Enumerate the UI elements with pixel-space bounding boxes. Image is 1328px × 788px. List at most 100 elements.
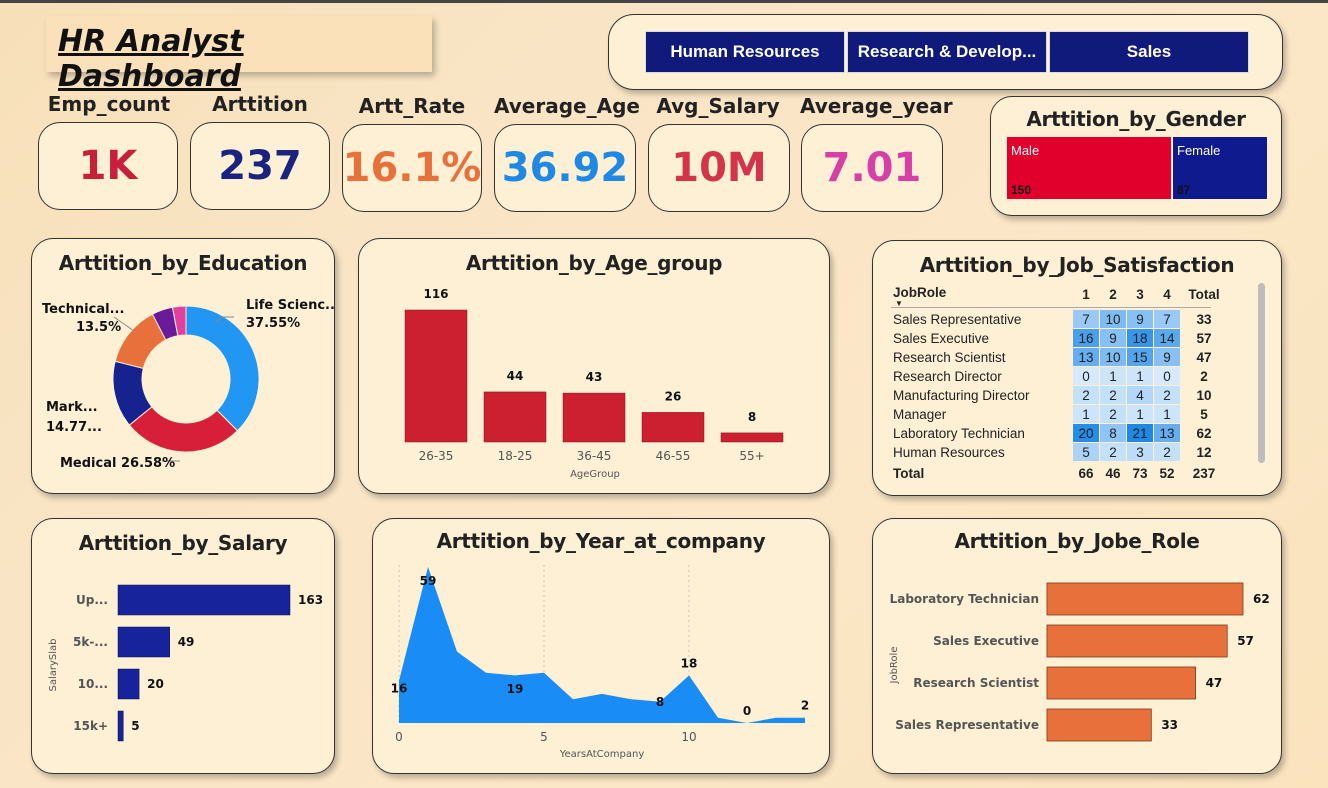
matrix-body: Sales Representative 7 10 9 7 33 Sales Executi… bbox=[891, 310, 1212, 462]
matrix-cell: 21 bbox=[1127, 424, 1153, 443]
role-tick-label: Sales Executive bbox=[933, 634, 1039, 648]
edu-label-medical: Medical 26.58% bbox=[60, 456, 175, 471]
matrix-footer-1: 66 bbox=[1078, 466, 1094, 481]
matrix-row-role: Manager bbox=[893, 407, 947, 422]
matrix-cell: 9 bbox=[1127, 310, 1153, 329]
salary-panel: Arttition_by_Salary 163 Up... 49 5k-... 20 10… bbox=[31, 518, 335, 774]
matrix-cell: 15 bbox=[1127, 348, 1153, 367]
matrix-scrollbar[interactable] bbox=[1258, 283, 1265, 463]
department-slicer: Human Resources Research & Develop... Sa… bbox=[608, 14, 1283, 90]
kpi-label-average-age: Average_Age bbox=[494, 94, 640, 118]
matrix-footer-3: 73 bbox=[1132, 466, 1148, 481]
salary-bar-label: 20 bbox=[147, 677, 164, 691]
age-tick-label: 55+ bbox=[739, 449, 764, 463]
matrix-cell: 2 bbox=[1154, 386, 1180, 405]
matrix-header-4: 4 bbox=[1163, 287, 1171, 302]
matrix-cell: 2 bbox=[1100, 405, 1126, 424]
kpi-card-attrition: 237 bbox=[190, 122, 330, 210]
gender-female-label: Female bbox=[1177, 143, 1221, 158]
matrix-row[interactable]: Sales Executive 16 9 18 14 57 bbox=[891, 329, 1212, 348]
matrix-row[interactable]: Research Director 0 1 1 0 2 bbox=[891, 367, 1211, 386]
kpi-value-attrition-rate: 16.1% bbox=[342, 145, 482, 191]
matrix-row[interactable]: Laboratory Technician 20 8 21 13 62 bbox=[891, 424, 1212, 443]
matrix-row[interactable]: Research Scientist 13 10 15 9 47 bbox=[891, 348, 1212, 367]
matrix-row-role: Manufacturing Director bbox=[893, 388, 1030, 403]
slicer-human-resources[interactable]: Human Resources bbox=[645, 31, 845, 73]
kpi-value-emp-count: 1K bbox=[78, 143, 138, 189]
matrix-cell: 2 bbox=[1073, 386, 1099, 405]
years-tick-label: 10 bbox=[681, 730, 696, 744]
matrix-row[interactable]: Manager 1 2 1 1 5 bbox=[891, 405, 1211, 424]
sort-arrow-icon[interactable]: ▼ bbox=[895, 299, 903, 308]
gender-male-label: Male bbox=[1011, 143, 1040, 158]
edu-label-tech: Technical... bbox=[42, 302, 124, 317]
matrix-cell: 2 bbox=[1100, 443, 1126, 462]
age-group-bar-chart: 116 26-35 44 18-25 43 36-45 26 46-55 8 55+ AgeGro… bbox=[404, 287, 784, 480]
years-point-label: 2 bbox=[801, 699, 809, 713]
matrix-cell: 7 bbox=[1073, 310, 1099, 329]
matrix-header-3: 3 bbox=[1136, 287, 1144, 302]
matrix-cell: 1 bbox=[1073, 405, 1099, 424]
matrix-row-total: 2 bbox=[1200, 369, 1208, 384]
kpi-card-emp-count: 1K bbox=[38, 122, 178, 210]
salary-bar bbox=[117, 668, 140, 700]
salary-tick-label: Up... bbox=[76, 593, 108, 607]
matrix-cell: 5 bbox=[1073, 443, 1099, 462]
matrix-footer-4: 52 bbox=[1159, 466, 1175, 481]
years-xlabel: YearsAtCompany bbox=[559, 749, 645, 760]
role-bar bbox=[1046, 582, 1244, 616]
kpi-card-average-year: 7.01 bbox=[801, 124, 943, 212]
matrix-row[interactable]: Manufacturing Director 2 2 4 2 10 bbox=[891, 386, 1212, 405]
salary-tick-label: 10... bbox=[78, 677, 108, 691]
matrix-footer-2: 46 bbox=[1105, 466, 1121, 481]
matrix-cell: 0 bbox=[1154, 367, 1180, 386]
slicer-sales[interactable]: Sales bbox=[1049, 31, 1249, 73]
matrix-footer: Total 66 46 73 52 237 bbox=[891, 464, 1215, 483]
age-tick-label: 26-35 bbox=[419, 449, 454, 463]
matrix-cell: 13 bbox=[1154, 424, 1180, 443]
role-bar bbox=[1046, 666, 1196, 700]
years-point-label: 8 bbox=[656, 695, 664, 709]
matrix-footer-total: 237 bbox=[1192, 466, 1216, 481]
matrix-divider bbox=[891, 307, 1211, 308]
role-bar-label: 57 bbox=[1237, 634, 1254, 648]
gender-female-tile[interactable]: Female 87 bbox=[1173, 137, 1267, 199]
matrix-header-total: Total bbox=[1188, 287, 1220, 302]
matrix-header-role[interactable]: JobRole bbox=[893, 285, 946, 300]
kpi-value-attrition: 237 bbox=[218, 143, 302, 189]
kpi-label-attrition: Arttition bbox=[212, 92, 308, 116]
gender-panel: Arttition_by_Gender Male 150 Female 87 bbox=[990, 96, 1282, 216]
age-bar-label: 8 bbox=[748, 410, 756, 424]
top-border bbox=[0, 0, 1328, 3]
edu-pct-life: 37.55% bbox=[246, 316, 300, 331]
role-bar-label: 62 bbox=[1253, 592, 1270, 606]
age-bar bbox=[720, 432, 784, 443]
kpi-value-avg-salary: 10M bbox=[671, 145, 767, 191]
job-satisfaction-matrix: JobRole ▼ 1 2 3 4 Total Sales Representa… bbox=[891, 285, 1220, 483]
education-panel: Arttition_by_Education Life Scienc... 37… bbox=[31, 238, 336, 494]
matrix-row-role: Sales Representative bbox=[893, 312, 1022, 327]
matrix-cell: 9 bbox=[1154, 348, 1180, 367]
edu-pct-mark: 14.77... bbox=[46, 420, 102, 435]
years-panel: Arttition_by_Year_at_company 0 5 10 16 59 19… bbox=[372, 518, 830, 774]
years-tick-label: 5 bbox=[540, 730, 548, 744]
matrix-row[interactable]: Human Resources 5 2 3 2 12 bbox=[891, 443, 1212, 462]
edu-pct-tech: 13.5% bbox=[76, 320, 121, 335]
matrix-cell: 7 bbox=[1154, 310, 1180, 329]
title-box: HR Analyst Dashboard bbox=[46, 16, 432, 94]
role-tick-label: Laboratory Technician bbox=[890, 592, 1039, 606]
matrix-cell: 10 bbox=[1100, 310, 1126, 329]
gender-male-tile[interactable]: Male 150 bbox=[1007, 137, 1171, 199]
matrix-row-role: Laboratory Technician bbox=[893, 426, 1025, 441]
job-satisfaction-panel: Arttition_by_Job_Satisfaction JobRole ▼ … bbox=[872, 240, 1282, 496]
matrix-cell: 18 bbox=[1127, 329, 1153, 348]
slicer-research-development[interactable]: Research & Develop... bbox=[847, 31, 1047, 73]
matrix-cell: 1 bbox=[1154, 405, 1180, 424]
age-bar bbox=[641, 412, 705, 443]
role-bar bbox=[1046, 708, 1152, 742]
kpi-value-average-age: 36.92 bbox=[501, 145, 629, 191]
kpi-label-emp-count: Emp_count bbox=[47, 92, 171, 116]
age-xlabel: AgeGroup bbox=[570, 469, 620, 480]
matrix-row[interactable]: Sales Representative 7 10 9 7 33 bbox=[891, 310, 1212, 329]
years-point-label: 16 bbox=[391, 682, 408, 696]
